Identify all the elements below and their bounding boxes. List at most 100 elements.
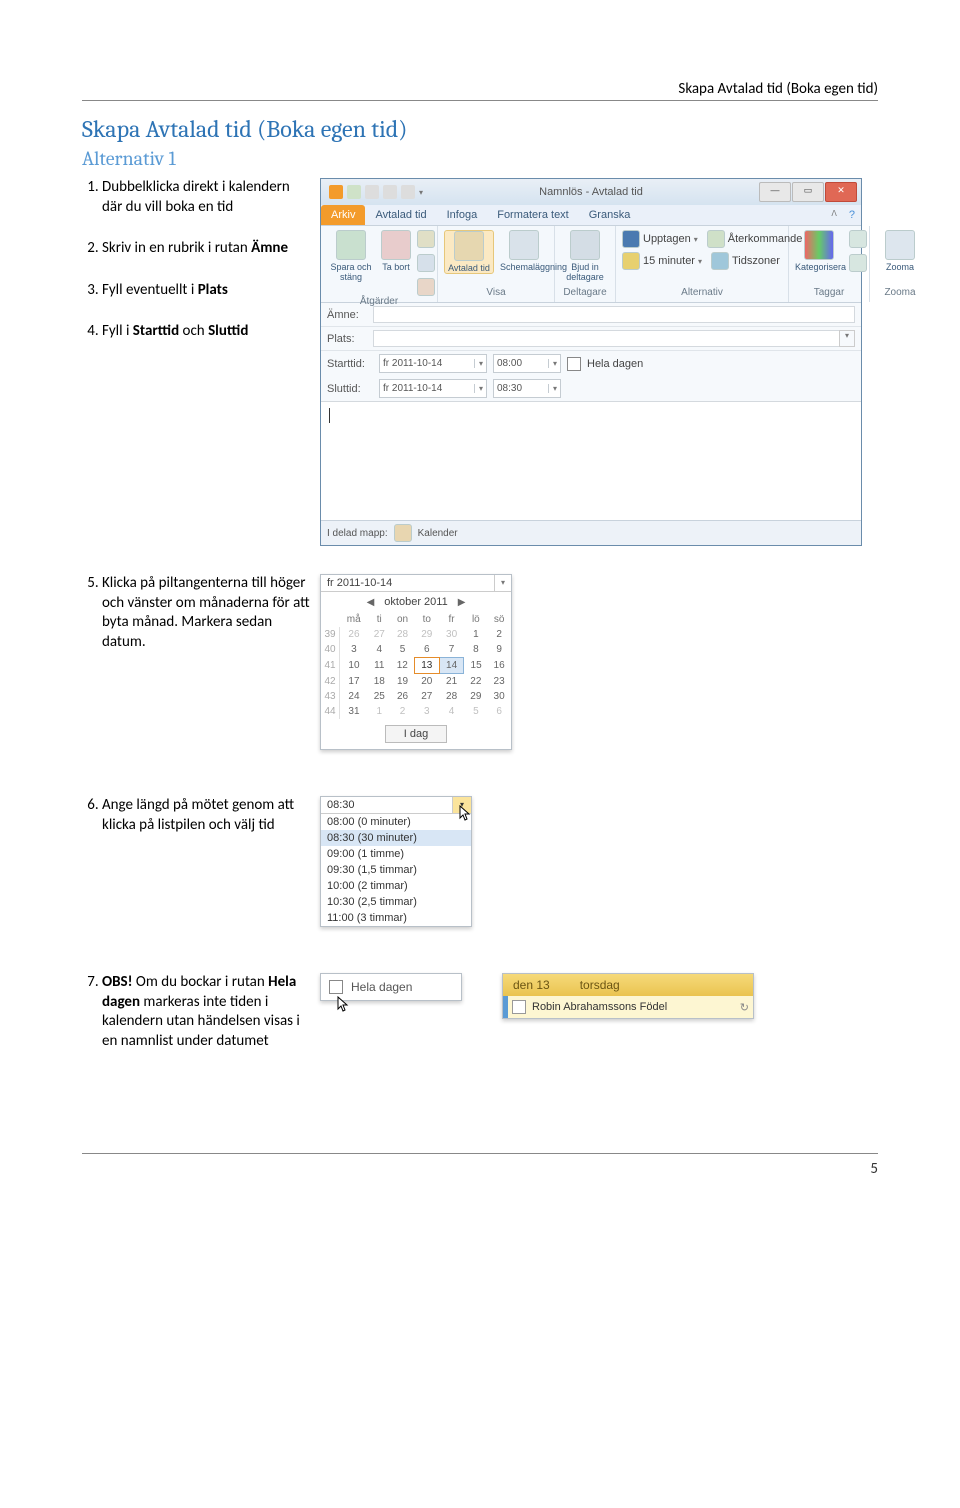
start-time-combo[interactable]: 08:00▾ [493, 354, 561, 373]
calendar-day[interactable]: 1 [464, 627, 488, 642]
calendar-day[interactable]: 25 [368, 689, 391, 704]
start-date-combo[interactable]: fr 2011-10-14▾ [379, 354, 487, 373]
time-option[interactable]: 08:30 (30 minuter) [321, 830, 471, 846]
calendar-day[interactable]: 23 [488, 674, 511, 690]
calendar-day[interactable]: 2 [391, 704, 415, 719]
end-date-combo[interactable]: fr 2011-10-14▾ [379, 379, 487, 398]
close-button[interactable]: ✕ [825, 182, 857, 202]
save-close-button[interactable]: Spara och stäng [327, 230, 375, 282]
event-recur-icon: ↻ [740, 1001, 749, 1014]
time-option[interactable]: 09:00 (1 timme) [321, 846, 471, 862]
calendar-day[interactable]: 15 [464, 658, 488, 674]
calendar-day[interactable]: 31 [340, 704, 368, 719]
ribbon-expand-icon[interactable]: ⴷ [825, 205, 842, 225]
next-month-icon[interactable]: ▶ [458, 597, 466, 608]
prev-month-icon[interactable]: ◀ [367, 597, 375, 608]
calendar-day[interactable]: 28 [391, 627, 415, 642]
minimize-button[interactable]: — [759, 182, 791, 202]
calendar-day[interactable]: 17 [340, 674, 368, 690]
page-footer: 5 [82, 1153, 878, 1184]
time-option[interactable]: 10:30 (2,5 timmar) [321, 894, 471, 910]
location-input[interactable] [373, 330, 840, 347]
invite-button[interactable]: Bjud in deltagare [561, 230, 609, 282]
all-day-sample-checkbox[interactable] [329, 980, 343, 994]
time-dropdown-button[interactable]: ▾ [452, 797, 471, 813]
calendar-day[interactable]: 28 [439, 689, 464, 704]
date-dropdown-icon[interactable]: ▾ [494, 575, 511, 591]
time-dropdown[interactable]: 08:30 ▾ 08:00 (0 minuter)08:30 (30 minut… [320, 796, 472, 927]
all-day-checkbox[interactable] [567, 357, 581, 371]
all-day-sample: Hela dagen [320, 973, 462, 1001]
calendar-day[interactable]: 9 [488, 642, 511, 658]
zoom-button[interactable]: Zooma [876, 230, 924, 272]
time-option[interactable]: 08:00 (0 minuter) [321, 814, 471, 830]
calendar-day[interactable]: 30 [439, 627, 464, 642]
categorize-button[interactable]: Kategorisera [795, 230, 843, 272]
calendar-day[interactable]: 27 [414, 689, 439, 704]
calendar-day[interactable]: 22 [464, 674, 488, 690]
end-label: Sluttid: [327, 383, 373, 395]
calendar-day[interactable]: 6 [414, 642, 439, 658]
schedule-view-button[interactable]: Schemaläggning [500, 230, 548, 272]
calendar-day[interactable]: 24 [340, 689, 368, 704]
tab-avtalad-tid[interactable]: Avtalad tid [365, 205, 436, 225]
calendar-day[interactable]: 1 [368, 704, 391, 719]
calendar-day[interactable]: 16 [488, 658, 511, 674]
calendar-day[interactable]: 29 [464, 689, 488, 704]
calendar-day[interactable]: 29 [414, 627, 439, 642]
all-day-sample-label: Hela dagen [351, 980, 412, 994]
calendar-day[interactable]: 5 [464, 704, 488, 719]
calendar-day[interactable]: 5 [391, 642, 415, 658]
time-option[interactable]: 11:00 (3 timmar) [321, 910, 471, 926]
end-time-combo[interactable]: 08:30▾ [493, 379, 561, 398]
reminder-combo[interactable]: 15 minuter▾ Tidszoner [622, 252, 780, 270]
tab-granska[interactable]: Granska [579, 205, 641, 225]
calendar-day[interactable]: 14 [439, 658, 464, 674]
calendar-day[interactable]: 13 [414, 658, 439, 674]
today-button[interactable]: I dag [385, 725, 447, 743]
calendar-day[interactable]: 6 [488, 704, 511, 719]
tab-formatera-text[interactable]: Formatera text [487, 205, 579, 225]
calendar-day[interactable]: 20 [414, 674, 439, 690]
calendar-day[interactable]: 3 [340, 642, 368, 658]
month-label: oktober 2011 [384, 596, 447, 608]
calendar-day[interactable]: 10 [340, 658, 368, 674]
calendar-day[interactable]: 3 [414, 704, 439, 719]
calendar-day[interactable]: 18 [368, 674, 391, 690]
time-option[interactable]: 10:00 (2 timmar) [321, 878, 471, 894]
ribbon-tabs[interactable]: Arkiv Avtalad tid Infoga Formatera text … [321, 205, 861, 226]
quick-access-toolbar[interactable]: ▾ [325, 185, 423, 199]
tab-arkiv[interactable]: Arkiv [321, 205, 365, 225]
time-option[interactable]: 09:30 (1,5 timmar) [321, 862, 471, 878]
subject-input[interactable] [373, 306, 855, 323]
calendar-day[interactable]: 2 [488, 627, 511, 642]
calendar-day[interactable]: 30 [488, 689, 511, 704]
calendar-day[interactable]: 12 [391, 658, 415, 674]
calendar-day[interactable]: 27 [368, 627, 391, 642]
calendar-grid[interactable]: måtiontofrlösö 3926272829301240345678941… [321, 612, 511, 719]
time-field[interactable]: 08:30 [321, 797, 452, 813]
date-field[interactable]: fr 2011-10-14 [321, 575, 494, 591]
date-picker[interactable]: fr 2011-10-14 ▾ ◀ oktober 2011 ▶ måtiont… [320, 574, 512, 750]
busy-status-combo[interactable]: Upptagen▾ Återkommande [622, 230, 802, 248]
calendar-day[interactable]: 26 [391, 689, 415, 704]
all-day-event[interactable]: Robin Abrahamssons Födel ↻ [503, 996, 753, 1018]
calendar-day[interactable]: 11 [368, 658, 391, 674]
calendar-day[interactable]: 19 [391, 674, 415, 690]
small-actions[interactable] [417, 230, 431, 296]
tab-infoga[interactable]: Infoga [437, 205, 488, 225]
delete-button[interactable]: Ta bort [381, 230, 411, 272]
calendar-icon [394, 524, 412, 542]
calendar-day[interactable]: 21 [439, 674, 464, 690]
maximize-button[interactable]: ▭ [792, 182, 824, 202]
help-icon[interactable]: ? [843, 205, 861, 225]
calendar-day[interactable]: 8 [464, 642, 488, 658]
calendar-day[interactable]: 26 [340, 627, 368, 642]
calendar-day[interactable]: 4 [368, 642, 391, 658]
location-dropdown-icon[interactable]: ▾ [839, 330, 855, 347]
calendar-day[interactable]: 7 [439, 642, 464, 658]
body-editor[interactable] [321, 401, 861, 521]
subject-label: Ämne: [327, 309, 373, 321]
calendar-day[interactable]: 4 [439, 704, 464, 719]
avtalad-tid-view-button[interactable]: Avtalad tid [444, 230, 494, 274]
